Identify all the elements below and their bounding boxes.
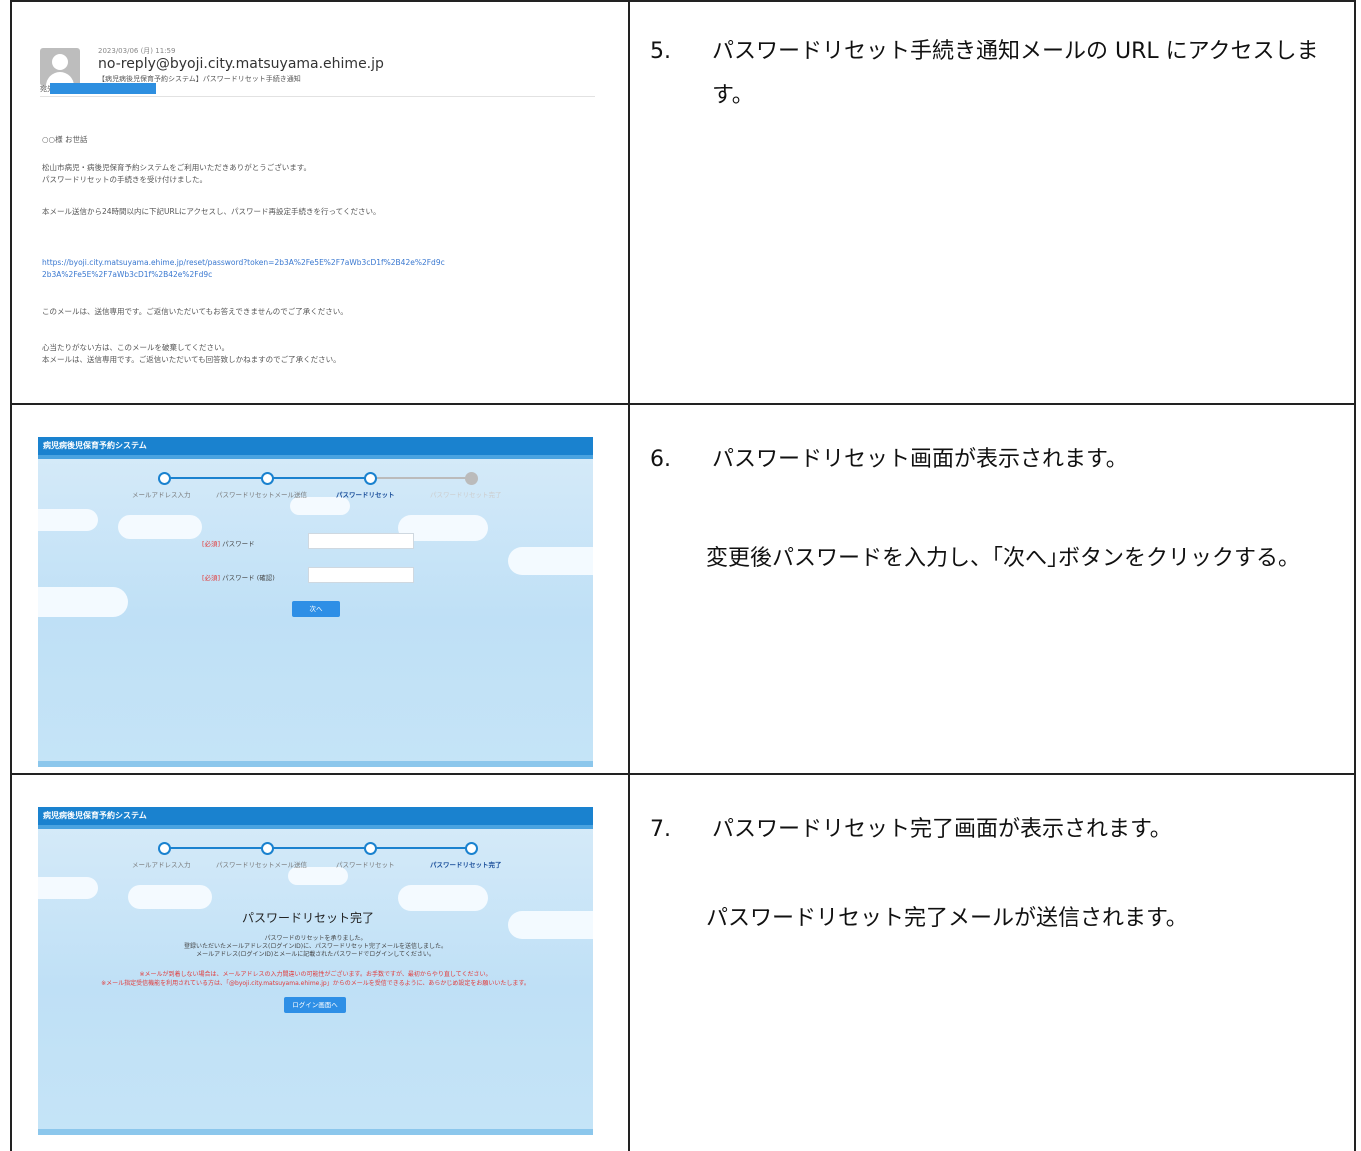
- step-number: 7.: [650, 817, 671, 842]
- step-number: 6.: [650, 447, 671, 472]
- step-5-description: 5. パスワードリセット手続き通知メールの URL にアクセスします。: [640, 30, 1345, 118]
- email-body-line: ○○様 お世話: [42, 135, 88, 144]
- app-title: 病児病後児保育予約システム: [38, 437, 593, 455]
- email-reset-link[interactable]: https://byoji.city.matsuyama.ehime.jp/re…: [42, 258, 445, 267]
- step-subtext: パスワードリセット完了メールが送信されます。: [706, 906, 1188, 931]
- password-confirm-label: [必須] パスワード (確認): [202, 574, 275, 582]
- row-divider: [10, 773, 1356, 775]
- progress-label: メールアドレス入力: [132, 491, 191, 499]
- step-text: パスワードリセット画面が表示されます。: [712, 447, 1128, 472]
- email-from: no-reply@byoji.city.matsuyama.ehime.jp: [98, 56, 384, 72]
- step-number: 5.: [650, 39, 671, 64]
- password-reset-screen: 病児病後児保育予約システム メールアドレス入力 パスワードリセットメール送信 パ…: [38, 437, 593, 767]
- progress-label: パスワードリセットメール送信: [216, 861, 307, 869]
- progress-step-2: [261, 472, 274, 485]
- progress-step-2: [261, 842, 274, 855]
- progress-step-1: [158, 472, 171, 485]
- app-title: 病児病後児保育予約システム: [38, 807, 593, 825]
- progress-step-4: [465, 472, 478, 485]
- login-screen-button[interactable]: ログイン画面へ: [284, 997, 346, 1013]
- progress-step-3: [364, 472, 377, 485]
- progress-label-current: パスワードリセット完了: [430, 861, 502, 869]
- progress-step-3: [364, 842, 377, 855]
- email-body-line: 心当たりがない方は、このメールを破棄してください。: [42, 343, 230, 352]
- progress-step-4: [465, 842, 478, 855]
- email-screenshot: 2023/03/06 (月) 11:59 no-reply@byoji.city…: [40, 16, 600, 386]
- step-7-description: 7. パスワードリセット完了画面が表示されます。 パスワードリセット完了メールが…: [640, 808, 1345, 932]
- row-divider: [10, 403, 1356, 405]
- password-input[interactable]: [308, 533, 414, 549]
- email-body-line: このメールは、送信専用です。ご返信いただいてもお答えできませんのでご了承ください…: [42, 307, 348, 316]
- email-body-line: 松山市病児・病後児保育予約システムをご利用いただきありがとうございます。: [42, 163, 312, 172]
- warning-message: ※メール指定受信機能を利用されている方は、「@byoji.city.matsuy…: [101, 980, 530, 987]
- complete-message: メールアドレス(ログインID)とメールに記載されたパスワードでログインしてくださ…: [196, 951, 435, 958]
- email-body-line: 本メールは、送信専用です。ご返信いただいても回答致しかねますのでご了承ください。: [42, 355, 341, 364]
- email-body-line: パスワードリセットの手続きを受け付けました。: [42, 175, 207, 184]
- next-button[interactable]: 次へ: [292, 601, 340, 617]
- progress-label: パスワードリセット: [336, 861, 395, 869]
- password-confirm-input[interactable]: [308, 567, 414, 583]
- reset-complete-screen: 病児病後児保育予約システム メールアドレス入力 パスワードリセットメール送信 パ…: [38, 807, 593, 1135]
- complete-title: パスワードリセット完了: [242, 911, 375, 925]
- progress-label: メールアドレス入力: [132, 861, 191, 869]
- step-text: パスワードリセット手続き通知メールの URL にアクセスします。: [712, 39, 1319, 108]
- warning-message: ※メールが到着しない場合は、メールアドレスの入力間違いの可能性がございます。お手…: [139, 971, 492, 978]
- progress-step-1: [158, 842, 171, 855]
- progress-label-current: パスワードリセット: [336, 491, 395, 499]
- email-reset-link[interactable]: 2b3A%2Fe5E%2F7aWb3cD1f%2B42e%2Fd9c: [42, 270, 212, 279]
- email-body-line: 本メール送信から24時間以内に下記URLにアクセスし、パスワード再設定手続きを行…: [42, 207, 381, 216]
- email-date: 2023/03/06 (月) 11:59: [98, 47, 176, 55]
- step-text: パスワードリセット完了画面が表示されます。: [712, 817, 1172, 842]
- step-subtext: 変更後パスワードを入力し、｢次へ｣ボタンをクリックする。: [706, 546, 1301, 571]
- step-6-description: 6. パスワードリセット画面が表示されます。 変更後パスワードを入力し、｢次へ｣…: [640, 438, 1345, 572]
- email-to-redacted: [50, 83, 156, 94]
- divider: [40, 96, 595, 97]
- column-divider: [628, 0, 630, 1151]
- avatar: [40, 48, 80, 86]
- progress-label: パスワードリセット完了: [430, 491, 502, 499]
- progress-label: パスワードリセットメール送信: [216, 491, 307, 499]
- password-label: [必須] パスワード: [202, 540, 255, 548]
